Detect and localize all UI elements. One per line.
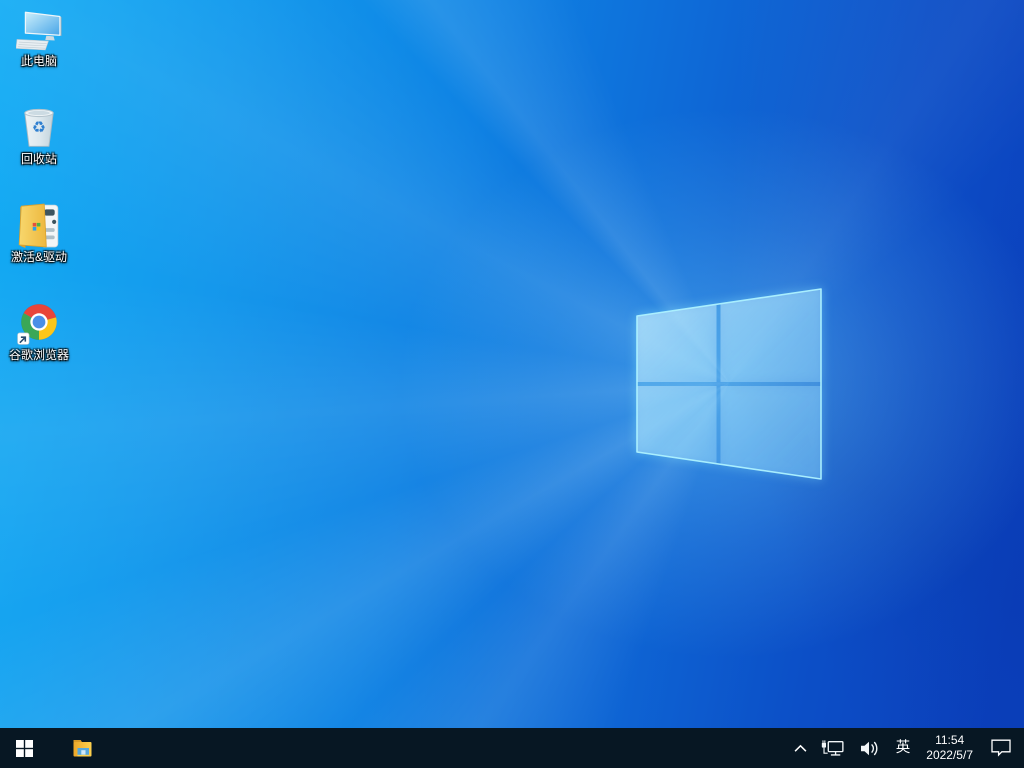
- chevron-up-icon: [794, 744, 807, 753]
- chrome-icon: [16, 300, 62, 346]
- desktop-wallpaper: 此电脑 ♻ 回收站 激活&驱动 谷歌浏览器: [0, 0, 1024, 728]
- notification-bubble-icon: [991, 739, 1011, 757]
- start-button[interactable]: [0, 728, 48, 768]
- tray-show-hidden-icons-button[interactable]: [787, 728, 814, 768]
- taskbar-file-explorer-button[interactable]: [60, 728, 104, 768]
- recycle-bin-icon: ♻: [16, 104, 62, 150]
- clock-date: 2022/5/7: [926, 748, 973, 762]
- speaker-volume-icon: [860, 740, 882, 757]
- tray-volume-button[interactable]: [853, 728, 889, 768]
- desktop-icon-label: 激活&驱动: [10, 250, 67, 264]
- windows-start-icon: [15, 739, 33, 757]
- ethernet-network-icon: [821, 739, 846, 758]
- taskbar: 英 11:54 2022/5/7: [0, 728, 1024, 768]
- desktop-icon-this-pc[interactable]: 此电脑: [2, 6, 76, 100]
- windows-logo-wallpaper: [636, 288, 822, 480]
- folder-icon: [16, 202, 62, 248]
- desktop-icon-label: 回收站: [20, 152, 57, 166]
- desktop-icon-activation-drivers[interactable]: 激活&驱动: [2, 202, 76, 296]
- taskbar-empty-area: [104, 728, 787, 768]
- ime-language-label: 英: [895, 740, 911, 756]
- this-pc-icon: [16, 6, 62, 52]
- svg-text:♻: ♻: [32, 118, 46, 137]
- desktop-icon-recycle-bin[interactable]: ♻ 回收站: [2, 104, 76, 198]
- clock-time: 11:54: [935, 733, 965, 747]
- tray-ime-language-indicator[interactable]: 英: [889, 728, 918, 768]
- tray-clock[interactable]: 11:54 2022/5/7: [917, 728, 982, 768]
- system-tray: 英 11:54 2022/5/7: [787, 728, 1024, 768]
- file-explorer-icon: [71, 737, 94, 759]
- action-center-button[interactable]: [982, 728, 1024, 768]
- desktop-icon-label: 此电脑: [20, 54, 57, 68]
- tray-network-button[interactable]: [814, 728, 853, 768]
- desktop-icon-label: 谷歌浏览器: [8, 348, 69, 362]
- windows-screen: 此电脑 ♻ 回收站 激活&驱动 谷歌浏览器 英 11:54 2022/5/7: [0, 0, 1024, 768]
- desktop-icon-google-chrome[interactable]: 谷歌浏览器: [2, 300, 76, 394]
